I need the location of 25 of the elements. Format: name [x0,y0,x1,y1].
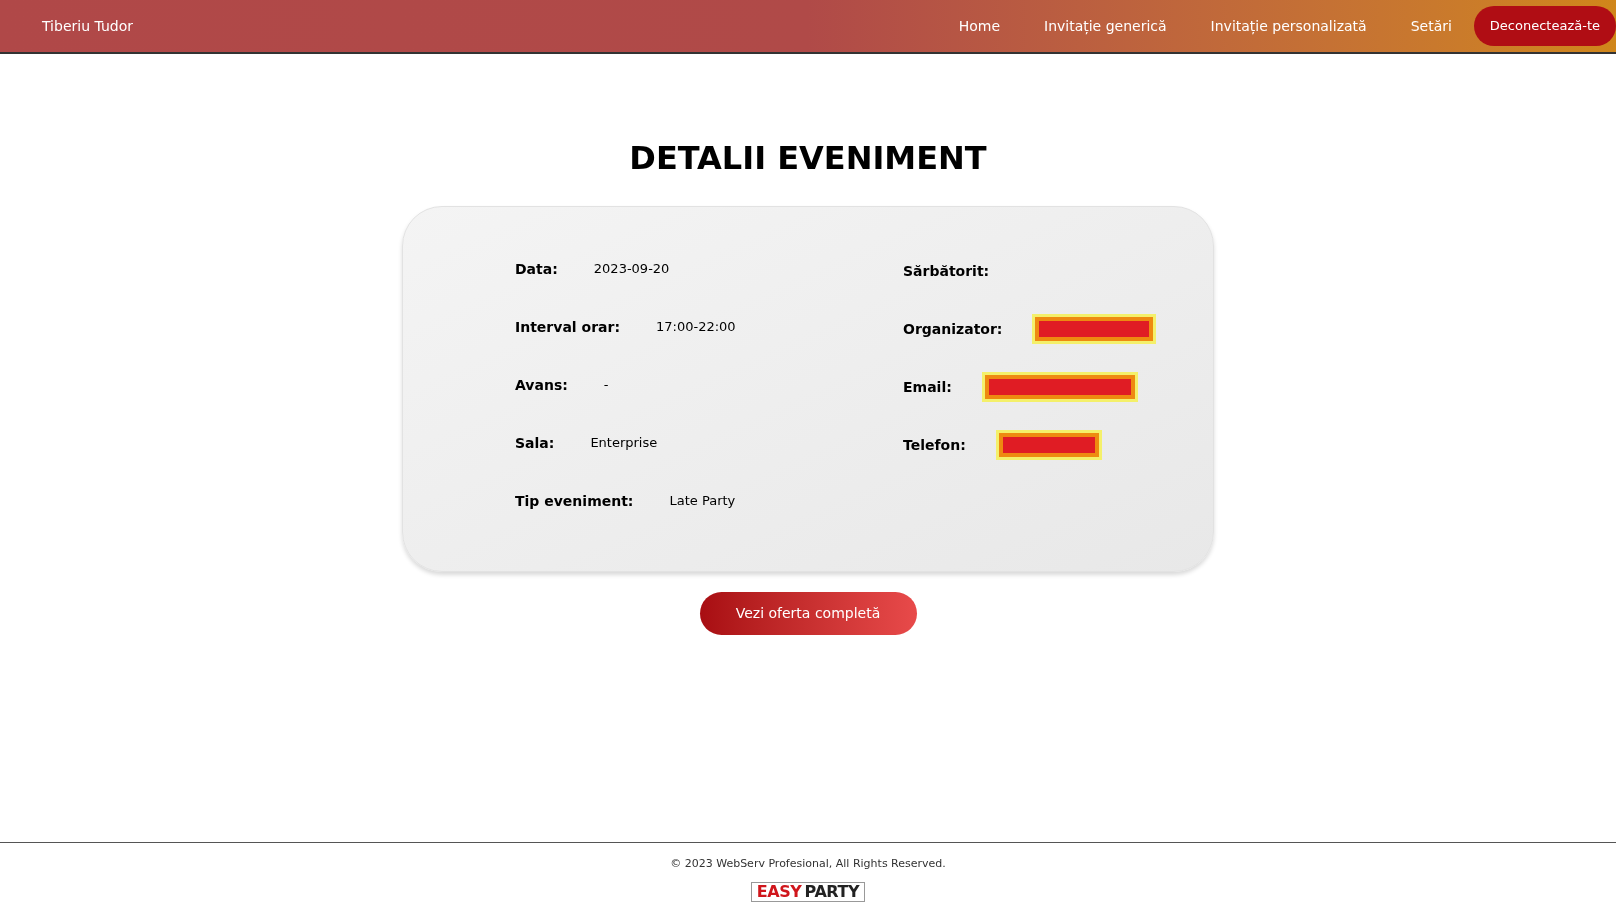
field-label: Sala: [515,433,555,453]
field-value: - [603,376,609,395]
logo-word: EASY [756,882,802,901]
field-label: Avans: [515,375,568,395]
field-label: Email: [903,377,952,397]
nav-link[interactable]: Invitație generică [1022,15,1189,37]
field-value: 17:00-22:00 [656,318,736,337]
field-label: Data: [515,259,558,279]
page-title: DETALII EVENIMENT [629,138,987,179]
nav-link[interactable]: Invitație personalizată [1188,15,1389,37]
field-label: Tip eveniment: [515,491,634,511]
field-label: Interval orar: [515,317,620,337]
field-label: Organizator: [903,319,1003,339]
user-name: Tiberiu Tudor [42,16,133,36]
field-value: Enterprise [590,434,658,453]
offer-button[interactable]: Vezi oferta completă [699,592,917,635]
field-label: Sărbătorit: [903,261,990,281]
logout-button[interactable]: Deconectează-te [1473,6,1616,46]
field-label: Telefon: [903,435,966,455]
nav-link[interactable]: Setări [1388,15,1474,37]
copyright-text: © 2023 WebServ Profesional, All Rights Reserved. [670,856,946,872]
field-value: 2023-09-20 [593,260,670,279]
field-value: Late Party [669,492,736,511]
logo-word: PARTY [804,882,860,901]
nav-link[interactable]: Home [936,15,1022,37]
